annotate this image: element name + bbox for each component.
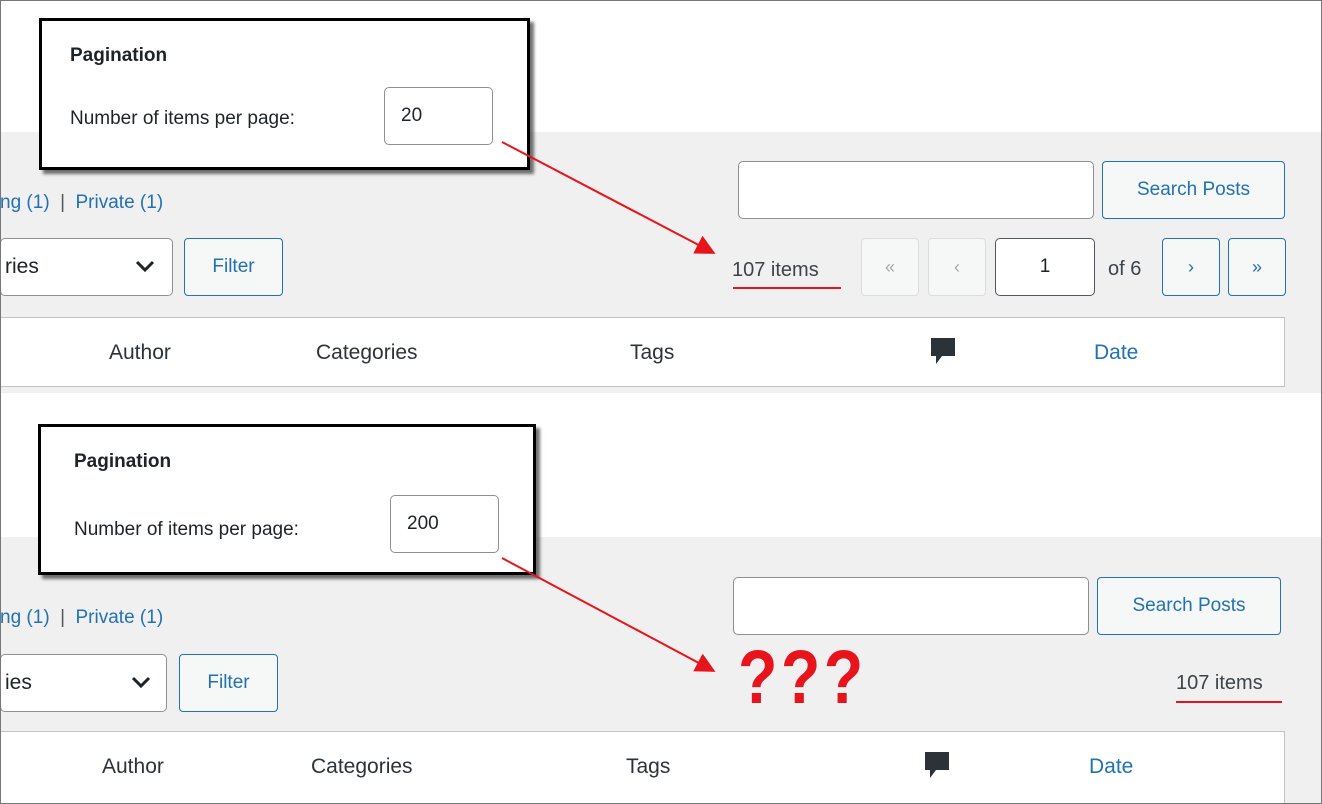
bottom-arrow: [501, 557, 716, 672]
top-arrow: [501, 141, 716, 254]
annotation-arrows: [501, 141, 716, 672]
